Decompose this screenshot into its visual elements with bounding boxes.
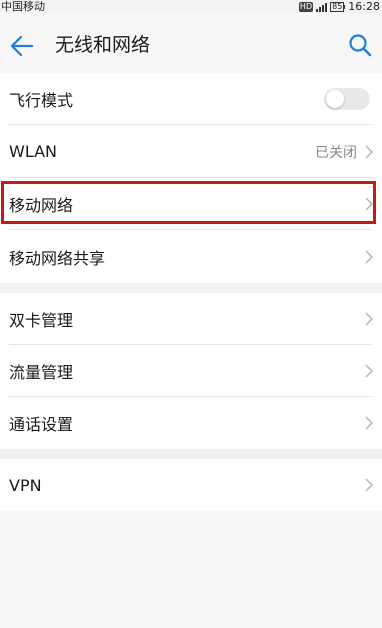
chevron-right-icon xyxy=(365,144,373,159)
search-icon[interactable] xyxy=(348,33,372,57)
mobile-hotspot-row[interactable]: 移动网络共享 xyxy=(0,230,382,283)
data-usage-row[interactable]: 流量管理 xyxy=(0,345,382,397)
chevron-right-icon xyxy=(365,249,373,264)
mobile-hotspot-label: 移动网络共享 xyxy=(9,248,106,268)
airplane-mode-label: 飞行模式 xyxy=(9,91,74,110)
carrier-name: 中国移动 xyxy=(1,0,45,13)
back-arrow-icon[interactable] xyxy=(8,33,34,59)
chevron-right-icon xyxy=(365,416,373,430)
chevron-right-icon xyxy=(365,478,373,492)
mobile-network-row[interactable]: 移动网络 xyxy=(0,178,382,230)
hd-badge: HD xyxy=(298,1,314,12)
app-header: 无线和网络 xyxy=(0,13,382,73)
call-settings-label: 通话设置 xyxy=(9,415,74,434)
battery-icon: 85 xyxy=(330,1,346,12)
vpn-row[interactable]: VPN xyxy=(0,459,382,511)
settings-group-network: 飞行模式 WLAN 已关闭 移动网络 移动网络共享 xyxy=(0,73,382,283)
dual-sim-label: 双卡管理 xyxy=(9,311,74,330)
chevron-right-icon xyxy=(365,312,373,326)
section-divider xyxy=(0,283,382,293)
wlan-status: 已关闭 xyxy=(315,144,357,161)
clock: 16:28 xyxy=(348,0,380,13)
page-title: 无线和网络 xyxy=(55,34,151,56)
battery-level: 85 xyxy=(330,1,345,12)
airplane-mode-toggle[interactable] xyxy=(324,88,370,110)
airplane-mode-row[interactable]: 飞行模式 xyxy=(0,73,382,125)
dual-sim-row[interactable]: 双卡管理 xyxy=(0,293,382,345)
wlan-label: WLAN xyxy=(9,142,58,161)
mobile-network-label: 移动网络 xyxy=(9,196,74,215)
call-settings-row[interactable]: 通话设置 xyxy=(0,397,382,449)
wlan-row[interactable]: WLAN 已关闭 xyxy=(0,125,382,178)
data-usage-label: 流量管理 xyxy=(9,363,74,382)
section-divider xyxy=(0,449,382,459)
status-icons: HD 85 16:28 xyxy=(298,0,380,13)
signal-icon xyxy=(316,2,328,12)
chevron-right-icon xyxy=(365,197,373,211)
status-bar: 中国移动 HD 85 16:28 xyxy=(0,0,382,13)
vpn-label: VPN xyxy=(9,475,42,495)
settings-group-sim: 双卡管理 流量管理 通话设置 xyxy=(0,293,382,449)
settings-group-vpn: VPN xyxy=(0,459,382,511)
chevron-right-icon xyxy=(365,364,373,378)
